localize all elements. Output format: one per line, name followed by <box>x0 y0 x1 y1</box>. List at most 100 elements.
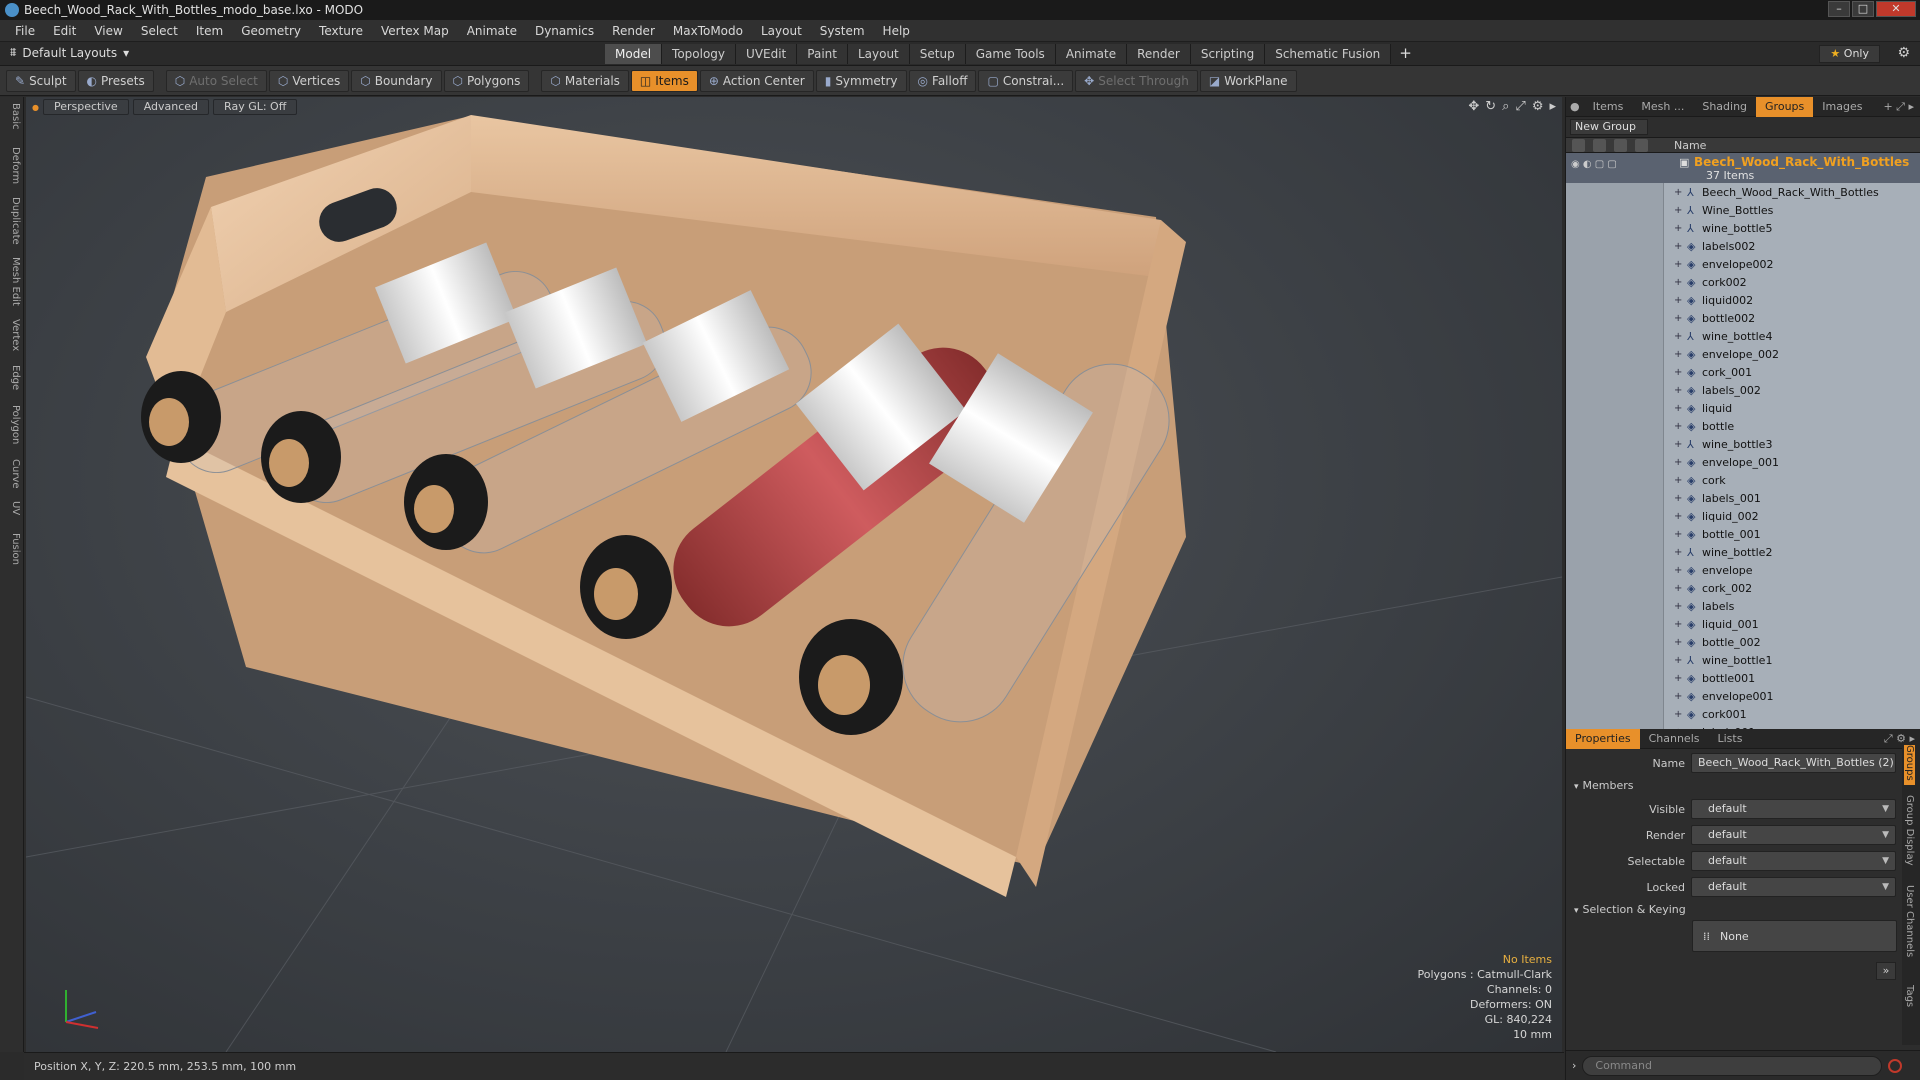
tab-uvedit[interactable]: UVEdit <box>736 44 798 64</box>
locked-select[interactable]: default ▼ <box>1691 877 1896 897</box>
list-item[interactable]: + ◈ liquid_002 <box>1566 507 1920 525</box>
3d-viewport[interactable]: ● Perspective Advanced Ray GL: Off ✥ ↻ ⌕… <box>26 97 1562 1052</box>
list-item[interactable]: + ⅄ wine_bottle1 <box>1566 651 1920 669</box>
list-item[interactable]: + ◈ envelope_001 <box>1566 453 1920 471</box>
layouts-dropdown[interactable]: ⩩ Default Layouts ▾ <box>10 45 129 60</box>
tab-deform[interactable]: Deform <box>3 147 21 184</box>
expand-icon[interactable]: + <box>1674 223 1682 234</box>
maximize-button[interactable]: □ <box>1852 1 1874 17</box>
gear-icon[interactable]: ⚙ <box>1897 45 1910 61</box>
expand-icon[interactable]: + <box>1674 421 1682 432</box>
list-item[interactable]: + ⅄ wine_bottle5 <box>1566 219 1920 237</box>
visible-select[interactable]: default ▼ <box>1691 799 1896 819</box>
vertices-button[interactable]: ⬡ Vertices <box>268 69 350 92</box>
menu-texture[interactable]: Texture <box>310 24 372 38</box>
list-item[interactable]: + ◈ bottle002 <box>1566 309 1920 327</box>
minimize-button[interactable]: – <box>1828 1 1850 17</box>
tab-groups[interactable]: Groups <box>1756 96 1814 117</box>
list-item[interactable]: + ◈ labels002 <box>1566 237 1920 255</box>
tab-scripting[interactable]: Scripting <box>1190 44 1266 64</box>
menu-maxtomodo[interactable]: MaxToModo <box>664 24 752 38</box>
members-section[interactable]: ▾ Members <box>1566 776 1920 796</box>
properties-controls-icon[interactable]: ⤢ ⚙ ▸ <box>1884 732 1920 746</box>
command-input[interactable]: Command <box>1582 1055 1883 1076</box>
lock-icon[interactable] <box>1614 138 1627 152</box>
rotate-icon[interactable]: ↻ <box>1485 99 1496 114</box>
vtab-user-channels[interactable]: User Channels <box>1904 885 1915 957</box>
menu-item[interactable]: Item <box>187 24 232 38</box>
render-select[interactable]: default ▼ <box>1691 825 1896 845</box>
view-type-button[interactable]: Perspective <box>42 99 129 115</box>
expand-icon[interactable]: + <box>1674 601 1682 612</box>
tab-vertex[interactable]: Vertex <box>3 319 21 351</box>
list-item[interactable]: + ◈ bottle001 <box>1566 669 1920 687</box>
tab-mesh-edit[interactable]: Mesh Edit <box>3 257 21 306</box>
expand-icon[interactable]: + <box>1674 313 1682 324</box>
expand-icon[interactable]: + <box>1674 403 1682 414</box>
record-icon[interactable] <box>1888 1058 1903 1073</box>
fit-icon[interactable]: ⤢ <box>1515 99 1525 114</box>
list-item[interactable]: + ◈ cork002 <box>1566 273 1920 291</box>
list-item[interactable]: + ◈ cork_001 <box>1566 363 1920 381</box>
list-item[interactable]: + ◈ bottle_002 <box>1566 633 1920 651</box>
zoom-icon[interactable]: ⌕ <box>1502 99 1509 114</box>
menu-select[interactable]: Select <box>132 24 187 38</box>
expand-icon[interactable]: + <box>1674 439 1682 450</box>
menu-view[interactable]: View <box>85 24 131 38</box>
list-item[interactable]: + ◈ cork001 <box>1566 705 1920 723</box>
tab-properties[interactable]: Properties <box>1566 728 1640 749</box>
action-center-button[interactable]: ⊕ Action Center <box>699 69 814 92</box>
expand-icon[interactable]: + <box>1674 511 1682 522</box>
expand-icon[interactable]: + <box>1674 637 1682 648</box>
tab-topology[interactable]: Topology <box>662 44 737 64</box>
tab-curve[interactable]: Curve <box>3 459 21 489</box>
tab-images[interactable]: Images <box>1813 97 1871 117</box>
constraints-button[interactable]: ▢ Constrai... <box>978 69 1074 92</box>
list-item[interactable]: + ◈ labels_002 <box>1566 381 1920 399</box>
expand-icon[interactable]: + <box>1674 529 1682 540</box>
expand-icon[interactable]: + <box>1674 367 1682 378</box>
selection-keying-button[interactable]: ⁞⁞ None <box>1692 920 1897 952</box>
tab-render[interactable]: Render <box>1127 44 1191 64</box>
expand-icon[interactable]: + <box>1674 457 1682 468</box>
tab-channels[interactable]: Channels <box>1640 729 1709 749</box>
expand-icon[interactable]: + <box>1674 475 1682 486</box>
workplane-button[interactable]: ◪ WorkPlane <box>1199 69 1297 92</box>
menu-render[interactable]: Render <box>603 24 664 38</box>
tab-edge[interactable]: Edge <box>3 365 21 390</box>
tab-paint[interactable]: Paint <box>797 44 848 64</box>
list-item[interactable]: + ◈ labels_001 <box>1566 489 1920 507</box>
shading-button[interactable]: Advanced <box>132 99 210 115</box>
expand-icon[interactable]: + <box>1674 709 1682 720</box>
expand-icon[interactable]: + <box>1674 547 1682 558</box>
select-icon[interactable] <box>1635 138 1648 152</box>
tab-schematic-fusion[interactable]: Schematic Fusion <box>1265 44 1392 64</box>
expand-button[interactable]: » <box>1876 962 1896 980</box>
group-visibility-icon[interactable]: ◉ ◐ ▢ ▢ <box>1571 159 1617 170</box>
list-item[interactable]: + ◈ envelope001 <box>1566 687 1920 705</box>
raygl-button[interactable]: Ray GL: Off <box>213 99 298 115</box>
tab-polygon[interactable]: Polygon <box>3 405 21 444</box>
expand-icon[interactable]: + <box>1674 349 1682 360</box>
menu-dynamics[interactable]: Dynamics <box>526 24 603 38</box>
symmetry-button[interactable]: ▮ Symmetry <box>815 69 907 92</box>
expand-icon[interactable]: + <box>1674 565 1682 576</box>
list-item[interactable]: + ◈ liquid002 <box>1566 291 1920 309</box>
pan-icon[interactable]: ✥ <box>1468 99 1479 114</box>
expand-icon[interactable]: + <box>1674 331 1682 342</box>
tab-mesh[interactable]: Mesh ... <box>1632 97 1693 117</box>
sculpt-button[interactable]: ✎ Sculpt <box>6 69 76 92</box>
list-item[interactable]: + ⅄ wine_bottle3 <box>1566 435 1920 453</box>
expand-icon[interactable]: + <box>1674 295 1682 306</box>
expand-icon[interactable]: + <box>1674 385 1682 396</box>
expand-icon[interactable]: + <box>1674 241 1682 252</box>
close-button[interactable]: ✕ <box>1876 1 1916 17</box>
list-item[interactable]: + ⅄ Wine_Bottles <box>1566 201 1920 219</box>
list-item[interactable]: + ◈ envelope002 <box>1566 255 1920 273</box>
presets-button[interactable]: ◐ Presets <box>77 69 154 92</box>
auto-select-button[interactable]: ⬡ Auto Select <box>165 69 267 92</box>
tab-fusion[interactable]: Fusion <box>3 533 21 565</box>
boundary-button[interactable]: ⬡ Boundary <box>351 69 442 92</box>
add-tab-icon[interactable]: + <box>1391 44 1420 64</box>
select-through-button[interactable]: ✥ Select Through <box>1075 69 1198 92</box>
